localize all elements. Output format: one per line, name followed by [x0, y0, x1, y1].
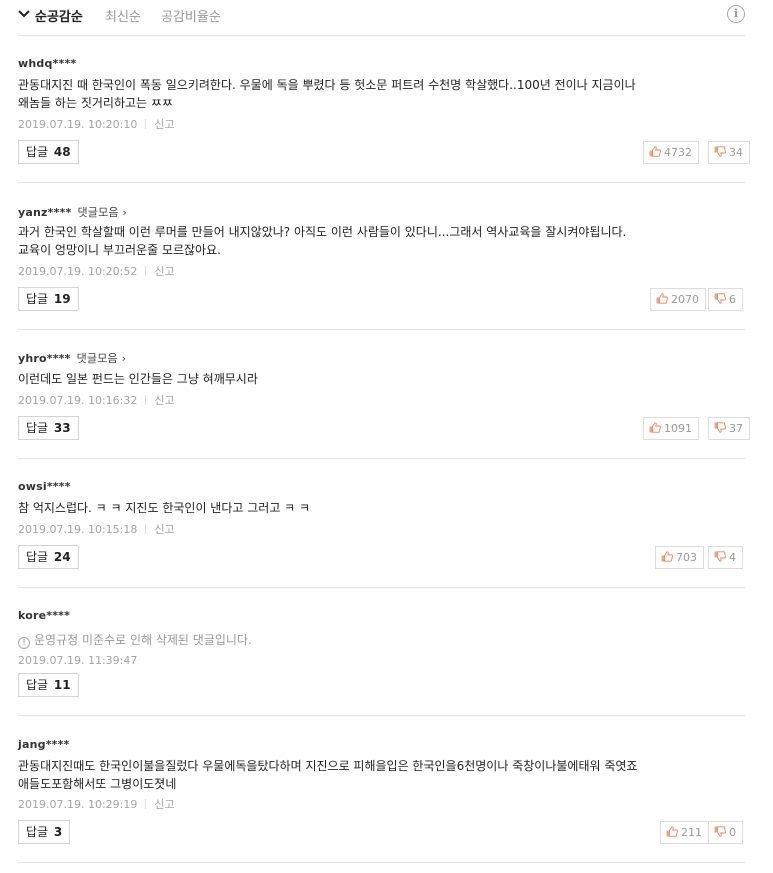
- reply-button[interactable]: 답글 24: [18, 545, 79, 569]
- comment-item: jang**** 관동대지진때도 한국인이불을질렀다 우물에독을탔다하며 지진으…: [18, 738, 745, 863]
- comment-item: whdq**** 관동대지진 때 한국인이 폭동 일으키려한다. 우물에 독을 …: [18, 57, 750, 183]
- dislike-button[interactable]: 34: [708, 141, 750, 164]
- report-link[interactable]: 신고: [154, 798, 174, 811]
- comment-date: 2019.07.19. 10:29:19: [18, 798, 138, 811]
- reply-count: 11: [53, 678, 71, 692]
- alert-icon: !: [18, 637, 30, 649]
- comment-item: yanz**** 댓글모음 › 과거 한국인 학살할때 이런 루머를 만들어 내지…: [18, 204, 745, 330]
- report-link[interactable]: 신고: [154, 118, 174, 131]
- reply-button[interactable]: 답글 48: [18, 140, 79, 164]
- comment-date: 2019.07.19. 10:15:18: [18, 523, 138, 536]
- info-icon[interactable]: i: [727, 5, 745, 23]
- reply-button[interactable]: 답글 3: [18, 820, 71, 844]
- thumbs-down-icon: [714, 293, 726, 304]
- comment-meta: 2019.07.19. 10:16:32 신고: [18, 392, 175, 408]
- comment-date: 2019.07.19. 11:39:47: [18, 654, 138, 667]
- comment-text: 관동대지진때도 한국인이불을질렀다 우물에독을탔다하며 지진으로 피해을입은 한…: [18, 759, 638, 791]
- like-button[interactable]: 4732: [643, 141, 699, 164]
- thumbs-up-icon: [649, 422, 661, 433]
- reply-count: 19: [53, 292, 71, 306]
- dislike-button[interactable]: 0: [708, 821, 743, 844]
- comment-date: 2019.07.19. 10:20:52: [18, 265, 138, 278]
- chevron-down-icon: [18, 10, 30, 18]
- reply-button[interactable]: 답글 33: [18, 416, 79, 440]
- comment-author[interactable]: kore****: [18, 609, 70, 625]
- reply-count: 24: [53, 550, 71, 564]
- comment-author[interactable]: owsi****: [18, 480, 71, 496]
- like-button[interactable]: 1091: [643, 417, 699, 440]
- like-button[interactable]: 2070: [650, 288, 706, 311]
- thumbs-down-icon: [714, 422, 726, 433]
- thumbs-down-icon: [714, 826, 726, 837]
- thumbs-up-icon: [649, 146, 661, 157]
- sort-option-newest[interactable]: 최신순: [105, 6, 141, 25]
- comment-author[interactable]: jang****: [18, 738, 70, 754]
- dislike-button[interactable]: 37: [708, 417, 750, 440]
- comment-item: yhro**** 댓글모음 › 이런데도 일본 펀드는 인간들은 그냥 혀깨무시라…: [18, 350, 750, 459]
- dislike-button[interactable]: 6: [708, 288, 743, 311]
- comment-item: owsi**** 참 억지스럽다. ㅋ ㅋ 지진도 한국인이 낸다고 그러고 ㅋ…: [18, 480, 745, 588]
- comment-author[interactable]: yhro**** 댓글모음 ›: [18, 350, 126, 366]
- thumbs-down-icon: [714, 146, 726, 157]
- like-button[interactable]: 703: [655, 546, 704, 569]
- comment-author[interactable]: yanz**** 댓글모음 ›: [18, 204, 127, 220]
- sort-option-like-ratio[interactable]: 공감비율순: [161, 6, 221, 25]
- sort-option-most-liked[interactable]: 순공감순: [35, 6, 83, 25]
- report-link[interactable]: 신고: [154, 394, 174, 407]
- comment-collection-link[interactable]: 댓글모음 ›: [77, 206, 127, 219]
- like-button[interactable]: 211: [660, 821, 709, 844]
- reply-count: 48: [53, 145, 71, 159]
- comment-text: 이런데도 일본 펀드는 인간들은 그냥 혀깨무시라: [18, 372, 258, 386]
- dislike-button[interactable]: 4: [708, 546, 743, 569]
- comment-meta: 2019.07.19. 10:20:10 신고: [18, 116, 175, 132]
- thumbs-up-icon: [666, 826, 678, 837]
- thumbs-down-icon: [714, 551, 726, 562]
- comment-text: 관동대지진 때 한국인이 폭동 일으키려한다. 우물에 독을 뿌렸다 등 헛소문…: [18, 78, 636, 110]
- comment-meta: 2019.07.19. 11:39:47: [18, 654, 137, 667]
- thumbs-up-icon: [661, 551, 673, 562]
- reply-button[interactable]: 답글 11: [18, 673, 79, 697]
- comment-meta: 2019.07.19. 10:29:19 신고: [18, 796, 175, 812]
- sort-bar: 순공감순 최신순 공감비율순 i: [18, 0, 745, 36]
- comment-collection-link[interactable]: 댓글모음 ›: [77, 352, 127, 365]
- deleted-comment-notice: ! 운영규정 미준수로 인해 삭제된 댓글입니다.: [18, 631, 745, 649]
- comment-date: 2019.07.19. 10:20:10: [18, 118, 138, 131]
- thumbs-up-icon: [656, 293, 668, 304]
- report-link[interactable]: 신고: [154, 265, 174, 278]
- comment-item: kore**** ! 운영규정 미준수로 인해 삭제된 댓글입니다. 2019.0…: [18, 609, 745, 716]
- reply-button[interactable]: 답글 19: [18, 287, 79, 311]
- reply-count: 3: [53, 825, 63, 839]
- report-link[interactable]: 신고: [154, 523, 174, 536]
- comment-meta: 2019.07.19. 10:15:18 신고: [18, 521, 175, 537]
- reply-count: 33: [53, 421, 71, 435]
- comment-meta: 2019.07.19. 10:20:52 신고: [18, 263, 175, 279]
- comment-text: 과거 한국인 학살할때 이런 루머를 만들어 내지않았나? 아직도 이런 사람들…: [18, 225, 627, 257]
- comment-text: 참 억지스럽다. ㅋ ㅋ 지진도 한국인이 낸다고 그러고 ㅋ ㅋ: [18, 501, 311, 515]
- comment-author[interactable]: whdq****: [18, 57, 76, 73]
- comment-date: 2019.07.19. 10:16:32: [18, 394, 138, 407]
